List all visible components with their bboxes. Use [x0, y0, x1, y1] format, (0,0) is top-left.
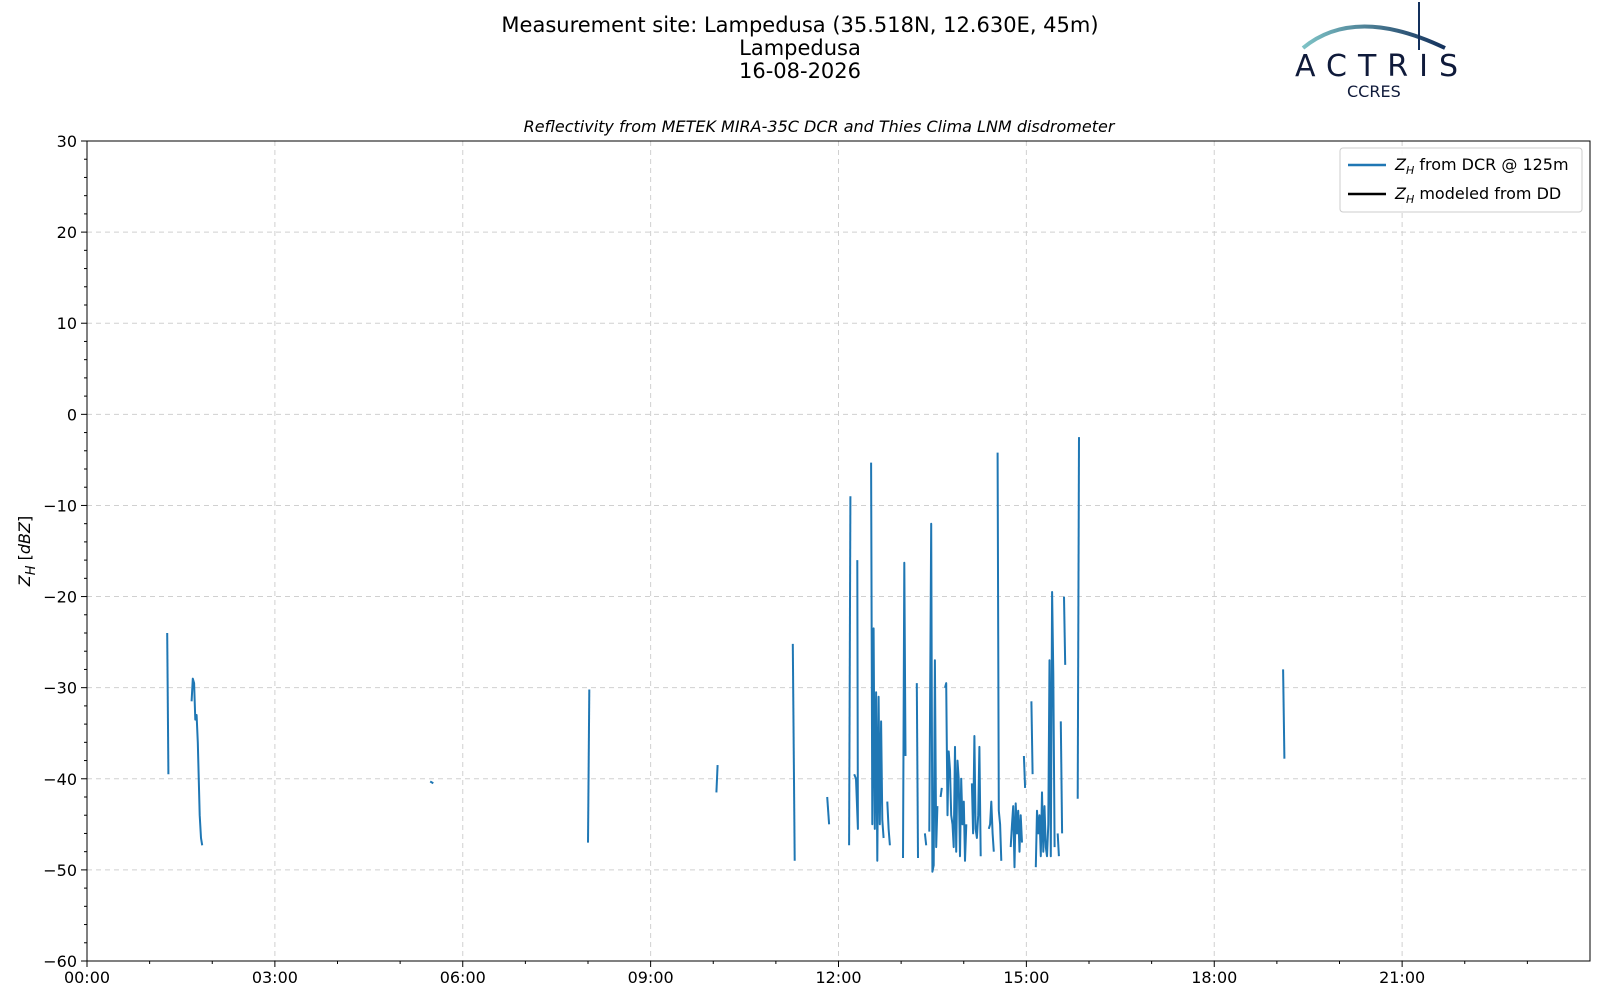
x-tick-label: 03:00	[252, 968, 298, 987]
series-0-segment	[870, 462, 885, 862]
series-0-segment	[915, 683, 919, 859]
series-0-segment	[848, 496, 852, 846]
series-0-segment	[429, 780, 434, 785]
series-0-segment	[970, 735, 982, 857]
y-axis: 30 20 10 0 −10 −20 −30 −40 −50 −60	[43, 132, 87, 971]
y-tick-label: 10	[57, 314, 77, 333]
series-0-segment	[886, 801, 891, 846]
series-0-segment	[944, 682, 968, 862]
series-0-segment	[1063, 596, 1067, 665]
x-tick-label: 12:00	[815, 968, 861, 987]
legend-label-1: ZH modeled from DD	[1394, 184, 1561, 206]
series-0-segment	[1022, 755, 1027, 788]
y-tick-label: 30	[57, 132, 77, 151]
legend: ZH from DCR @ 125m ZH modeled from DD	[1339, 147, 1583, 213]
y-tick-label: 20	[57, 223, 77, 242]
reflectivity-chart: Reflectivity from METEK MIRA-35C DCR and…	[15, 117, 1591, 987]
grid	[87, 141, 1590, 961]
series-0-segment	[587, 689, 591, 843]
series-0-segment	[715, 765, 719, 793]
y-tick-label: −40	[43, 770, 77, 789]
y-tick-label: 0	[67, 405, 77, 424]
series-0-segment	[1076, 437, 1080, 799]
series-0-segment	[928, 522, 939, 873]
x-tick-label: 21:00	[1379, 968, 1425, 987]
series-0-segment	[1034, 591, 1056, 868]
series-0-segment	[791, 643, 796, 861]
y-tick-label: −20	[43, 588, 77, 607]
x-tick-label: 06:00	[440, 968, 486, 987]
y-tick-label: −10	[43, 496, 77, 515]
series-layer	[166, 437, 1286, 873]
y-tick-label: −60	[43, 952, 77, 971]
x-tick-label: 18:00	[1191, 968, 1237, 987]
series-0-segment	[1059, 721, 1064, 834]
series-0-segment	[1282, 669, 1286, 759]
legend-label-0: ZH from DCR @ 125m	[1394, 155, 1569, 177]
y-axis-label: ZH [dBZ]	[15, 516, 39, 587]
chart-subtitle: Reflectivity from METEK MIRA-35C DCR and…	[524, 117, 1116, 136]
x-tick-label: 09:00	[628, 968, 674, 987]
series-0-segment	[902, 561, 907, 859]
series-0-segment	[166, 632, 170, 775]
series-0-segment	[1030, 701, 1034, 775]
series-0-segment	[853, 560, 859, 830]
series-0-segment	[1056, 833, 1060, 857]
series-0-segment	[1009, 802, 1023, 869]
series-0-segment	[987, 800, 995, 852]
series-0-segment	[190, 677, 204, 846]
series-0-segment	[826, 796, 831, 825]
series-0-segment	[923, 833, 928, 846]
y-tick-label: −30	[43, 679, 77, 698]
y-tick-label: −50	[43, 861, 77, 880]
series-0-segment	[996, 452, 1003, 861]
x-axis: 00:00 03:00 06:00 09:00 12:00 15:00 18:00 21:00	[64, 961, 1528, 987]
series-0-segment	[939, 787, 943, 798]
x-tick-label: 15:00	[1003, 968, 1049, 987]
